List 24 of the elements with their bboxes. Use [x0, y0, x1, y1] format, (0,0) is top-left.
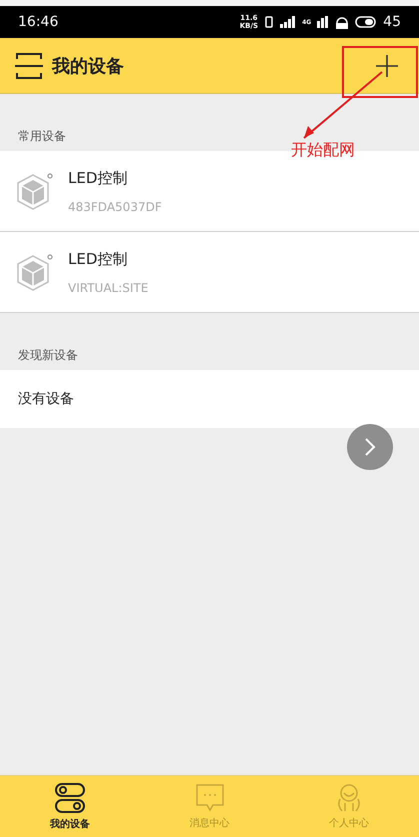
nav-tab[interactable]: 我的设备	[0, 776, 140, 837]
page-title: 我的设备	[52, 54, 124, 78]
device-name: LED控制	[68, 250, 128, 268]
menu-frame-icon[interactable]	[14, 50, 44, 80]
next-button[interactable]	[347, 424, 393, 470]
section-title: 发现新设备	[18, 347, 78, 364]
signal-icon	[280, 16, 296, 28]
chat-bubble-icon	[194, 783, 224, 813]
section-title: 常用设备	[18, 128, 66, 145]
empty-text: 没有设备	[18, 390, 74, 408]
status-time: 16:46	[18, 14, 58, 30]
device-name: LED控制	[68, 168, 128, 188]
cube-icon	[16, 252, 54, 292]
signal-icon	[317, 16, 330, 28]
vibrate-icon	[264, 16, 274, 28]
device-row[interactable]: LED控制 VIRTUAL:SITE	[0, 232, 419, 313]
toggle-switches-icon	[54, 782, 85, 814]
device-id: 483FDA5037DF	[68, 200, 162, 214]
battery-level: 45	[383, 14, 401, 30]
add-icon[interactable]	[375, 54, 399, 78]
battery-icon	[355, 16, 378, 28]
device-id: VIRTUAL:SITE	[68, 280, 148, 294]
chevron-right-icon	[364, 437, 376, 457]
cube-icon	[16, 171, 54, 211]
